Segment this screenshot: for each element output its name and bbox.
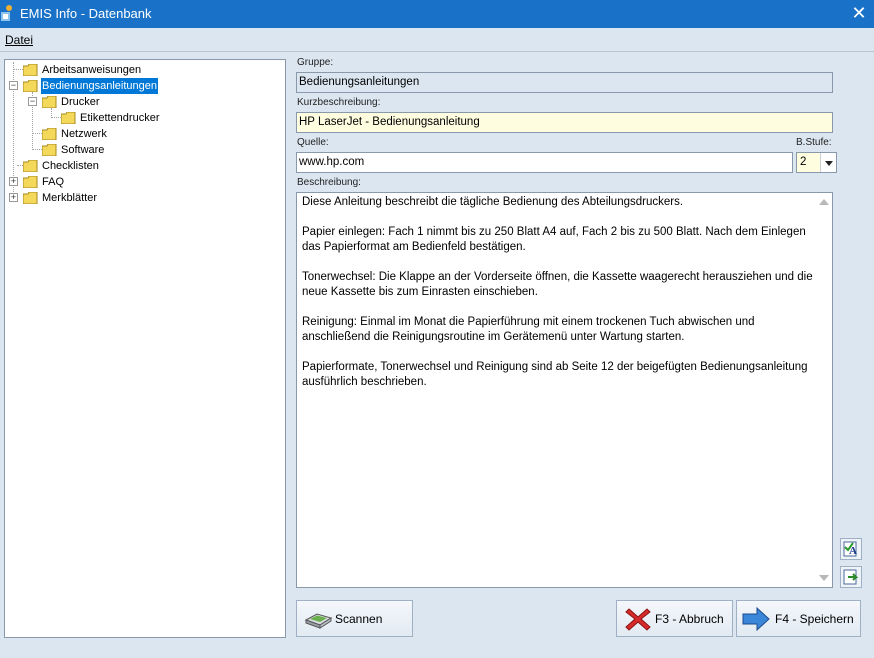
spellcheck-button[interactable]: A bbox=[840, 538, 862, 560]
folder-icon bbox=[61, 112, 76, 124]
tree-item-label: Arbeitsanweisungen bbox=[42, 64, 142, 76]
folder-open-icon bbox=[42, 96, 57, 108]
quelle-label: Quelle: bbox=[297, 137, 329, 148]
folder-open-icon bbox=[23, 80, 38, 92]
paragraph: Reinigung: Einmal im Monat die Papierfüh… bbox=[302, 316, 755, 343]
window-title: EMIS Info - Datenbank bbox=[20, 6, 152, 21]
export-button[interactable] bbox=[840, 566, 862, 588]
abbruch-button[interactable]: F3 - Abbruch bbox=[616, 600, 733, 637]
tree-item-label: Bedienungsanleitungen bbox=[41, 78, 158, 94]
beschreibung-textarea[interactable]: Diese Anleitung beschreibt die tägliche … bbox=[296, 192, 833, 588]
category-tree[interactable]: − − + + Arbeitsanweisungen Bedienungsanl… bbox=[4, 59, 286, 638]
bstufe-select[interactable]: 2 bbox=[796, 152, 837, 173]
menu-bar: Datei bbox=[0, 28, 874, 52]
tree-connector bbox=[32, 149, 42, 150]
scanner-icon bbox=[304, 613, 333, 629]
folder-icon bbox=[42, 144, 57, 156]
paragraph: Tonerwechsel: Die Klappe an der Vorderse… bbox=[302, 271, 813, 298]
scroll-down-icon[interactable] bbox=[819, 575, 829, 581]
tree-connector bbox=[51, 117, 61, 118]
app-logo-icon bbox=[1, 5, 12, 21]
beschreibung-label: Beschreibung: bbox=[297, 177, 361, 188]
title-bar: EMIS Info - Datenbank ✕ bbox=[0, 0, 874, 28]
kurzbeschreibung-label: Kurzbeschreibung: bbox=[297, 97, 381, 108]
tree-item-label: Drucker bbox=[61, 96, 100, 108]
tree-connector bbox=[32, 133, 42, 134]
tree-item-label: Netzwerk bbox=[61, 128, 107, 140]
scroll-up-icon[interactable] bbox=[819, 199, 829, 205]
gruppe-field: Bedienungsanleitungen bbox=[296, 72, 833, 93]
speichern-button[interactable]: F4 - Speichern bbox=[736, 600, 861, 637]
bstufe-label: B.Stufe: bbox=[796, 137, 832, 148]
speichern-label: F4 - Speichern bbox=[775, 612, 854, 626]
tree-item-label: FAQ bbox=[42, 176, 65, 188]
paragraph: Papierformate, Tonerwechsel und Reinigun… bbox=[302, 361, 808, 388]
vertical-scrollbar[interactable] bbox=[815, 193, 832, 587]
tree-item-label: Merkblätter bbox=[42, 192, 98, 204]
tree-expand-toggle[interactable]: + bbox=[9, 177, 18, 186]
red-x-icon bbox=[625, 608, 651, 631]
kurzbeschreibung-input[interactable]: HP LaserJet - Bedienungsanleitung bbox=[296, 112, 833, 133]
tree-collapse-toggle[interactable]: − bbox=[28, 97, 37, 106]
folder-icon bbox=[23, 160, 38, 172]
beschreibung-text: Diese Anleitung beschreibt die tägliche … bbox=[302, 195, 814, 405]
abbruch-label: F3 - Abbruch bbox=[655, 612, 724, 626]
tree-item-label: Etikettendrucker bbox=[80, 112, 160, 124]
quelle-input[interactable]: www.hp.com bbox=[296, 152, 793, 173]
export-icon bbox=[843, 569, 859, 585]
close-icon[interactable]: ✕ bbox=[848, 2, 870, 24]
bstufe-value: 2 bbox=[800, 156, 807, 168]
blue-arrow-icon bbox=[742, 606, 770, 632]
menu-datei[interactable]: Datei bbox=[5, 33, 33, 47]
tree-collapse-toggle[interactable]: − bbox=[9, 81, 18, 90]
gruppe-label: Gruppe: bbox=[297, 57, 334, 68]
folder-icon bbox=[23, 64, 38, 76]
tree-expand-toggle[interactable]: + bbox=[9, 193, 18, 202]
tree-item-label: Checklisten bbox=[42, 160, 99, 172]
folder-icon bbox=[23, 176, 38, 188]
folder-icon bbox=[23, 192, 38, 204]
scannen-button[interactable]: Scannen bbox=[296, 600, 413, 637]
paragraph: Diese Anleitung beschreibt die tägliche … bbox=[302, 196, 684, 208]
tree-item-label: Software bbox=[61, 144, 105, 156]
paragraph: Papier einlegen: Fach 1 nimmt bis zu 250… bbox=[302, 226, 806, 253]
tree-connector bbox=[13, 69, 23, 70]
chevron-down-icon[interactable] bbox=[820, 153, 836, 172]
folder-icon bbox=[42, 128, 57, 140]
spellcheck-icon: A bbox=[843, 541, 857, 557]
scannen-label: Scannen bbox=[335, 612, 383, 626]
